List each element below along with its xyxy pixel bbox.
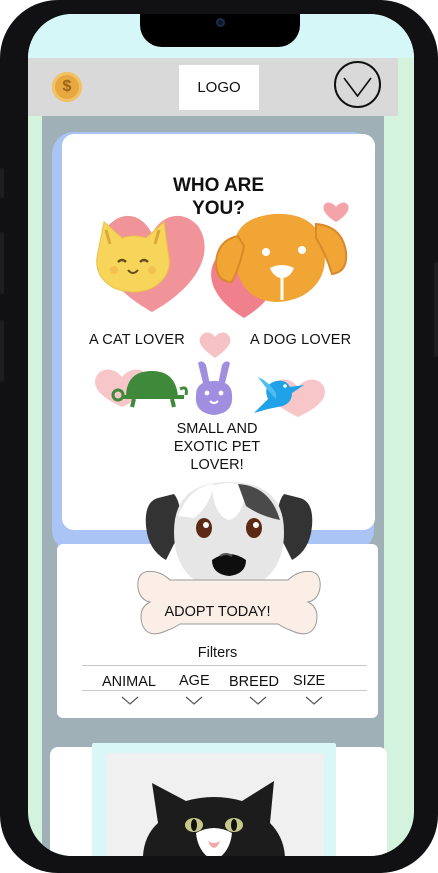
heart-icon: [323, 202, 349, 222]
filter-size[interactable]: SIZE: [293, 673, 325, 689]
heart-icon: [199, 332, 231, 358]
volume-up-button: [0, 232, 4, 294]
logo[interactable]: LOGO: [179, 65, 259, 110]
camera-icon: [216, 18, 225, 27]
coin-icon[interactable]: $: [52, 72, 82, 102]
volume-down-button: [0, 320, 4, 382]
dog-lover-option[interactable]: [204, 196, 354, 321]
chevron-down-icon: [343, 77, 372, 98]
dog-icon: [145, 482, 313, 592]
exotic-line-3: LOVER!: [190, 457, 244, 473]
filter-divider-top: [82, 665, 367, 666]
chevron-down-icon[interactable]: [185, 696, 203, 706]
notch: [140, 14, 300, 47]
exotic-pet-label[interactable]: SMALL AND EXOTIC PET LOVER!: [162, 420, 272, 474]
chevron-down-icon[interactable]: [305, 696, 323, 706]
menu-button[interactable]: [334, 61, 381, 108]
title-line-1: WHO ARE: [172, 175, 265, 196]
phone-frame: $ LOGO WHO ARE YOU? A CAT LOVER A DOG LO…: [0, 0, 438, 873]
chevron-down-icon[interactable]: [249, 696, 267, 706]
app-header: $ LOGO: [28, 58, 398, 116]
chevron-down-icon[interactable]: [121, 696, 139, 706]
exotic-pet-option[interactable]: [92, 359, 332, 421]
pet-listing-card[interactable]: [50, 743, 387, 856]
power-button: [434, 262, 438, 357]
pet-photo[interactable]: [106, 753, 324, 856]
rabbit-icon: [195, 361, 233, 415]
cat-lover-label[interactable]: A CAT LOVER: [89, 332, 185, 348]
filter-breed[interactable]: BREED: [229, 674, 279, 690]
exotic-line-1: SMALL AND: [176, 421, 258, 437]
filter-animal[interactable]: ANIMAL: [102, 674, 156, 690]
mute-switch: [0, 168, 4, 198]
exotic-line-2: EXOTIC PET: [173, 439, 261, 455]
filters-label: Filters: [197, 645, 238, 661]
dog-lover-label[interactable]: A DOG LOVER: [250, 332, 351, 348]
bone-shape: [137, 570, 321, 635]
who-are-you-card: WHO ARE YOU? A CAT LOVER A DOG LOVER SMA…: [62, 134, 375, 530]
filter-divider-bottom: [82, 690, 367, 691]
filter-age[interactable]: AGE: [179, 673, 210, 689]
logo-text: LOGO: [197, 79, 241, 96]
main-content[interactable]: WHO ARE YOU? A CAT LOVER A DOG LOVER SMA…: [42, 116, 387, 856]
cat-photo-illustration: [106, 753, 324, 856]
cat-lover-option[interactable]: [82, 204, 212, 324]
adopt-today-label[interactable]: ADOPT TODAY!: [57, 604, 378, 620]
pet-photo-frame: [92, 743, 336, 856]
screen: $ LOGO WHO ARE YOU? A CAT LOVER A DOG LO…: [28, 14, 414, 856]
